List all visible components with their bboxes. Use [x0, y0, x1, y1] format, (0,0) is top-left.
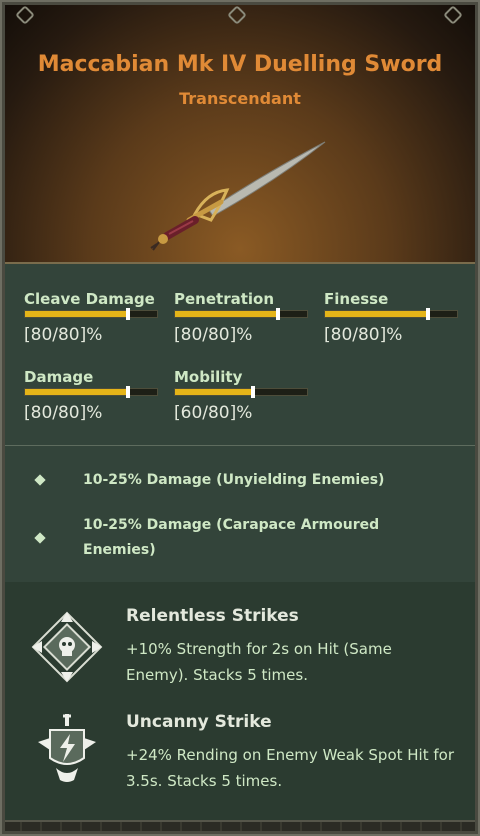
stat-bar-marker [426, 308, 430, 320]
perk-title: Uncanny Strike [126, 712, 272, 732]
stats-panel: Cleave Damage [80/80]% Penetration [80/8… [2, 264, 478, 446]
bullet-diamond-icon [34, 532, 46, 544]
stat-cleave-damage: Cleave Damage [80/80]% [24, 290, 164, 345]
blessing-text: 10-25% Damage (Carapace Armoured Enemies… [83, 517, 380, 558]
stat-label: Damage [24, 368, 94, 386]
top-crest-icon [227, 5, 247, 25]
item-tooltip-card: Maccabian Mk IV Duelling Sword Transcend… [0, 0, 480, 836]
perk-title: Relentless Strikes [126, 606, 299, 626]
blessings-panel: 10-25% Damage (Unyielding Enemies) 10-25… [2, 446, 478, 582]
stat-bar [24, 386, 158, 398]
stat-bar-fill [175, 311, 278, 317]
perk-description: +24% Rending on Enemy Weak Spot Hit for … [126, 746, 454, 790]
stat-bar-marker [276, 308, 280, 320]
perk-description: +10% Strength for 2s on Hit (Same Enemy)… [126, 640, 392, 684]
lightning-crest-icon [38, 714, 96, 782]
item-name: Maccabian Mk IV Duelling Sword [37, 52, 443, 77]
stat-bar-fill [175, 389, 252, 395]
stat-bar [324, 308, 458, 320]
corner-ornament-icon [15, 5, 35, 25]
stat-value: [80/80]% [24, 403, 103, 423]
stat-value: [80/80]% [174, 325, 253, 345]
corner-ornament-icon [443, 5, 463, 25]
stat-mobility: Mobility [60/80]% [174, 368, 314, 423]
skull-arrows-icon [31, 611, 103, 683]
stat-label: Cleave Damage [24, 290, 155, 308]
perks-panel: Relentless Strikes +10% Strength for 2s … [2, 582, 478, 834]
blessing-item: 10-25% Damage (Unyielding Enemies) [26, 466, 446, 496]
blessing-text: 10-25% Damage (Unyielding Enemies) [83, 472, 385, 488]
stat-label: Penetration [174, 290, 275, 308]
stat-bar-fill [25, 311, 128, 317]
stat-bar-fill [25, 389, 128, 395]
stat-bar [174, 386, 308, 398]
stat-label: Mobility [174, 368, 243, 386]
stat-bar-marker [126, 386, 130, 398]
stat-value: [80/80]% [24, 325, 103, 345]
stat-value: [60/80]% [174, 403, 253, 423]
item-header: Maccabian Mk IV Duelling Sword Transcend… [2, 2, 478, 264]
stat-label: Finesse [324, 290, 389, 308]
stat-bar [24, 308, 158, 320]
stat-damage: Damage [80/80]% [24, 368, 164, 423]
sword-icon [150, 141, 326, 251]
stat-bar-marker [251, 386, 255, 398]
stat-value: [80/80]% [324, 325, 403, 345]
stat-penetration: Penetration [80/80]% [174, 290, 314, 345]
stat-finesse: Finesse [80/80]% [324, 290, 464, 345]
blessing-item: 10-25% Damage (Carapace Armoured Enemies… [26, 512, 446, 564]
stat-bar-marker [126, 308, 130, 320]
stat-bar-fill [325, 311, 428, 317]
bullet-diamond-icon [34, 474, 46, 486]
stat-bar [174, 308, 308, 320]
bottom-trim [2, 820, 478, 834]
item-rarity: Transcendant [179, 89, 301, 108]
